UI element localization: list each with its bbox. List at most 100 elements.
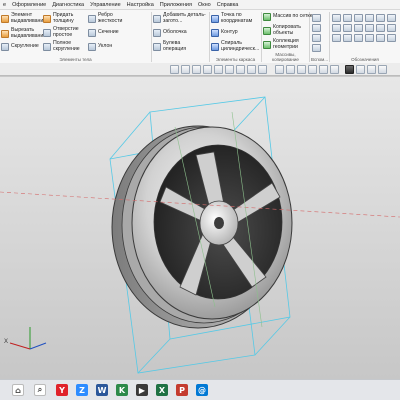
yandex-app-icon[interactable]: Y: [56, 384, 68, 396]
aux-axis-button[interactable]: [312, 24, 321, 32]
mark-button-10[interactable]: [365, 24, 374, 32]
rotate-button[interactable]: [203, 65, 212, 74]
copy-objects-label: Копировать объекты: [273, 24, 301, 36]
boolean-label: Булева операция: [163, 40, 187, 52]
contour-label: Контур: [221, 29, 238, 36]
excel-app-icon[interactable]: X: [156, 384, 168, 396]
mail-app-icon[interactable]: @: [196, 384, 208, 396]
mark-button-1[interactable]: [332, 14, 341, 22]
zoom-app-icon[interactable]: Z: [76, 384, 88, 396]
start-button[interactable]: ⌂: [12, 384, 24, 396]
thicken-label: Придать толщину: [53, 12, 74, 24]
mark-button-9[interactable]: [354, 24, 363, 32]
mark-button-14[interactable]: [343, 34, 352, 42]
zoom-button[interactable]: [181, 65, 190, 74]
menu-item-window[interactable]: Окно: [195, 2, 214, 8]
model-viewport[interactable]: X: [0, 77, 400, 379]
menu-item-apps[interactable]: Приложения: [157, 2, 195, 8]
mark-button-7[interactable]: [332, 24, 341, 32]
shell-button[interactable]: Оболочка: [153, 29, 187, 37]
mark-button-3[interactable]: [354, 14, 363, 22]
grid-toggle-button[interactable]: [286, 65, 295, 74]
kompas-app-icon[interactable]: K: [116, 384, 128, 396]
geometry-collection-button[interactable]: Коллекция геометрии: [263, 38, 309, 50]
wheel-model[interactable]: X: [0, 77, 400, 379]
search-icon[interactable]: ⌕: [34, 384, 46, 396]
rib-icon: [88, 14, 96, 23]
section-button[interactable]: Сечение: [88, 29, 119, 37]
hole-button[interactable]: Отверстие простое: [43, 26, 81, 38]
wheel-hub: [199, 200, 239, 246]
snap-button[interactable]: [275, 65, 284, 74]
full-fillet-button[interactable]: Полное скругление: [43, 40, 81, 52]
shell-label: Оболочка: [163, 29, 187, 36]
layers-button[interactable]: [258, 65, 267, 74]
extrude-button[interactable]: Элемент выдавливания: [1, 12, 49, 24]
group-label-aux: Вспом...: [310, 57, 329, 62]
mark-button-6[interactable]: [387, 14, 396, 22]
copy-objects-button[interactable]: Копировать объекты: [263, 24, 309, 36]
zoom-fit-button[interactable]: [170, 65, 179, 74]
ribbon-group-marking: Обозначения: [330, 12, 400, 62]
rib-button[interactable]: Ребро жесткости: [88, 12, 126, 24]
pdf-app-icon[interactable]: P: [176, 384, 188, 396]
fillet-button[interactable]: Скругление: [1, 43, 39, 51]
menu-item-design[interactable]: Оформление: [9, 2, 49, 8]
menu-item-help[interactable]: Справка: [214, 2, 242, 8]
hide-button[interactable]: [247, 65, 256, 74]
mark-button-17[interactable]: [376, 34, 385, 42]
fillet-icon: [1, 43, 9, 51]
boolean-button[interactable]: Булева операция: [153, 40, 193, 52]
aux-cs-button[interactable]: [312, 44, 321, 52]
mark-button-12[interactable]: [387, 24, 396, 32]
ribbon-group-frame: Точка по координатам Контур Спираль цили…: [210, 12, 262, 62]
mark-button-5[interactable]: [376, 14, 385, 22]
perspective-button[interactable]: [297, 65, 306, 74]
selection-filter-button[interactable]: [345, 65, 354, 74]
mark-button-13[interactable]: [332, 34, 341, 42]
mark-button-4[interactable]: [365, 14, 374, 22]
filter-button[interactable]: [330, 65, 339, 74]
menu-item-control[interactable]: Управление: [87, 2, 124, 8]
geometry-collection-label: Коллекция геометрии: [273, 38, 299, 50]
mark-button-16[interactable]: [365, 34, 374, 42]
thicken-button[interactable]: Придать толщину: [43, 12, 81, 24]
select-mode-button[interactable]: [356, 65, 365, 74]
toolbar-options-button[interactable]: [367, 65, 376, 74]
display-style-button[interactable]: [225, 65, 234, 74]
shading-button[interactable]: [308, 65, 317, 74]
ribbon-group-arrays: Массив по сетке Копировать объекты Колле…: [262, 12, 313, 62]
ribbon-group-aux: Вспом...: [310, 12, 330, 62]
media-app-icon[interactable]: ▶: [136, 384, 148, 396]
orientation-button[interactable]: [214, 65, 223, 74]
mark-button-18[interactable]: [387, 34, 396, 42]
contour-icon: [211, 29, 219, 37]
pan-button[interactable]: [192, 65, 201, 74]
rib-label: Ребро жесткости: [98, 12, 123, 24]
mark-button-2[interactable]: [343, 14, 352, 22]
cut-extrude-button[interactable]: Вырезать выдавливанием: [1, 27, 50, 39]
mark-button-15[interactable]: [354, 34, 363, 42]
grid-array-button[interactable]: Массив по сетке: [263, 13, 313, 21]
mark-button-8[interactable]: [343, 24, 352, 32]
helix-button[interactable]: Спираль цилиндрическ...: [211, 40, 261, 52]
hole-icon: [43, 28, 51, 37]
aux-point-button[interactable]: [312, 34, 321, 42]
extrude-icon: [1, 14, 9, 23]
menu-item-settings[interactable]: Настройка: [124, 2, 157, 8]
ribbon-group-workpiece: Добавить деталь-загото... Оболочка Булев…: [152, 12, 210, 62]
toolbar-more-button[interactable]: [378, 65, 387, 74]
boolean-icon: [153, 42, 161, 51]
word-app-icon[interactable]: W: [96, 384, 108, 396]
measure-button[interactable]: [319, 65, 328, 74]
aux-plane-button[interactable]: [312, 14, 321, 22]
point-button[interactable]: Точка по координатам: [211, 12, 261, 24]
hole-label: Отверстие простое: [53, 26, 79, 38]
draft-button[interactable]: Уклон: [88, 43, 112, 51]
section-view-button[interactable]: [236, 65, 245, 74]
menu-item-edit[interactable]: е: [0, 2, 9, 8]
contour-button[interactable]: Контур: [211, 29, 238, 37]
menu-item-diagnostics[interactable]: Диагностика: [49, 2, 87, 8]
add-part-button[interactable]: Добавить деталь-загото...: [153, 12, 209, 24]
mark-button-11[interactable]: [376, 24, 385, 32]
